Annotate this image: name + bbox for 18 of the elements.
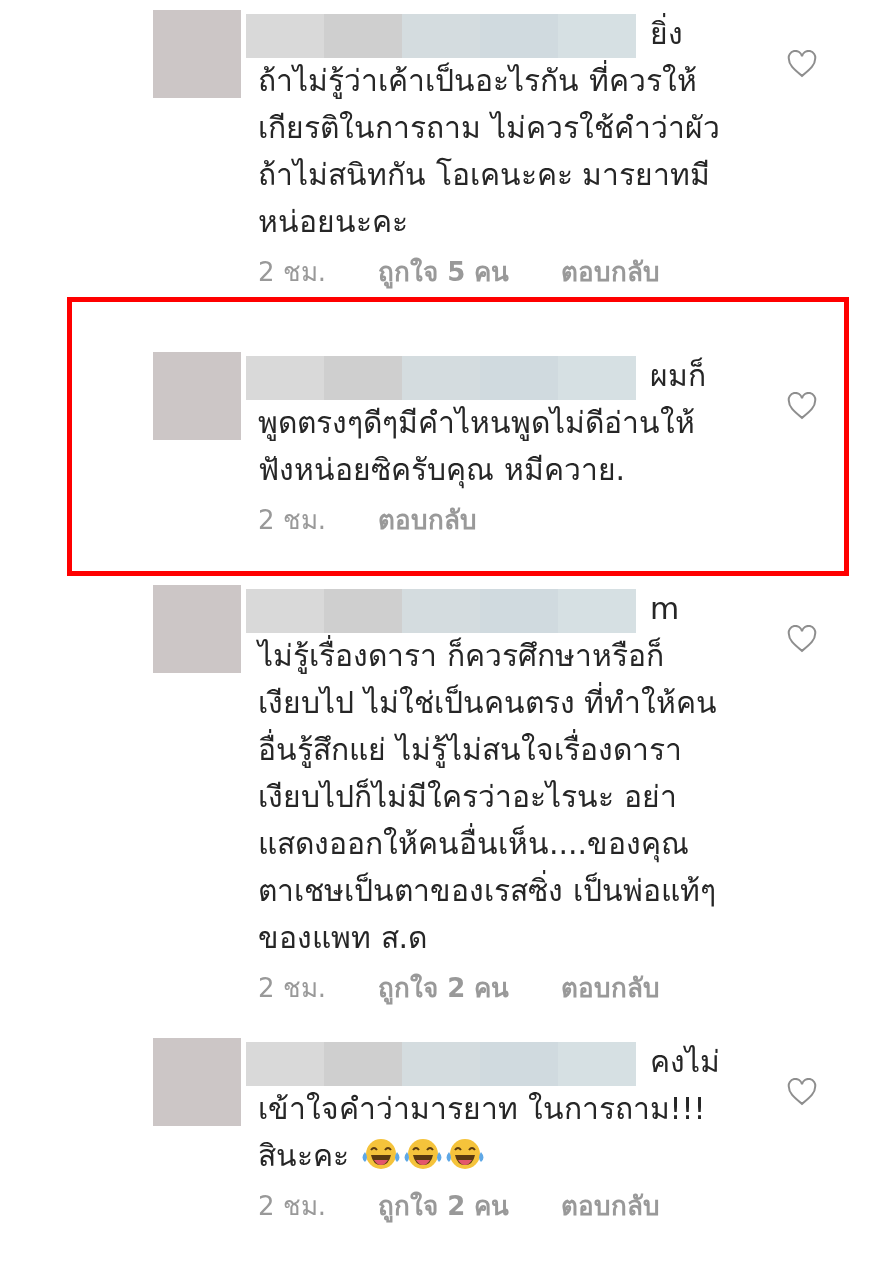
heart-icon[interactable] xyxy=(787,625,817,653)
heart-icon[interactable] xyxy=(787,50,817,78)
comment-time: 2 ชม. xyxy=(258,972,327,1005)
heart-icon[interactable] xyxy=(787,392,817,420)
heart-icon[interactable] xyxy=(787,1078,817,1106)
comment-text: ผมก็ พูดตรงๆดีๆมีคำไหนพูดไม่ดีอ่านให้ ฟังหน่อยซิครับคุณ หมีควาย. xyxy=(258,358,706,487)
reply-link[interactable]: ตอบกลับ xyxy=(561,1185,661,1226)
comment-text: คงไม่ เข้าใจคำว่ามารยาท ในการถาม!!! สินะคะ xyxy=(258,1044,720,1173)
comment-time: 2 ชม. xyxy=(258,1190,327,1223)
reply-link[interactable]: ตอบกลับ xyxy=(561,251,661,292)
comment-time: 2 ชม. xyxy=(258,256,327,289)
reply-link[interactable]: ตอบกลับ xyxy=(378,499,478,540)
comment-time: 2 ชม. xyxy=(258,504,327,537)
reply-link[interactable]: ตอบกลับ xyxy=(561,967,661,1008)
likes-link[interactable]: ถูกใจ 5 คน xyxy=(378,251,510,292)
likes-link[interactable]: ถูกใจ 2 คน xyxy=(378,967,510,1008)
comment-text: m ไม่รู้เรื่องดารา ก็ควรศึกษาหรือก็ เงียบไป ไม่ใช่เป็นคนตรง ที่ทำให้คน อื่นรู้สึกแย่ ไม่รู้ไม่สนใจเรื่องดารา เงียบไปก็ไม่มีใครว่าอะไรนะ อย่า แสดงออกให้คนอื่นเห็น....ของคุณ ตาเชษเป็นตาของเรสซิ่ง เป็นพ่อแท้ๆ ของแพท ส.ด xyxy=(258,591,718,955)
likes-link[interactable]: ถูกใจ 2 คน xyxy=(378,1185,510,1226)
